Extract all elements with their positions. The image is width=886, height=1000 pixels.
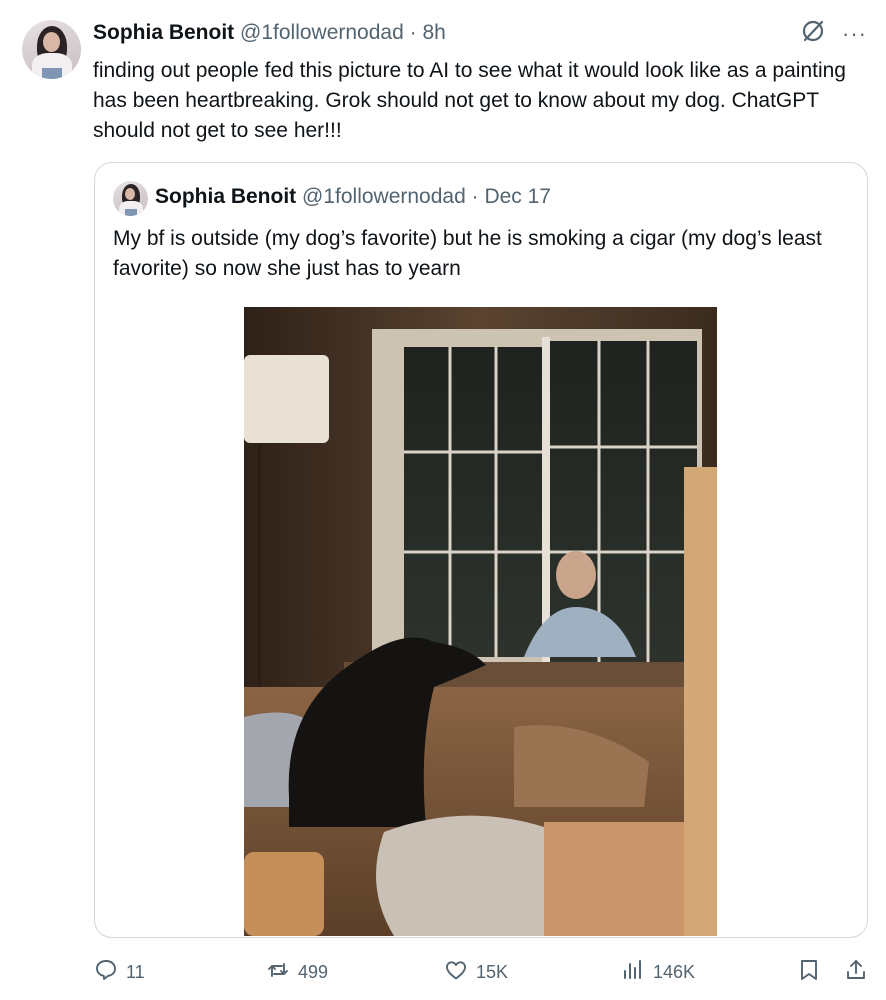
bookmark-icon	[797, 958, 821, 987]
author-avatar[interactable]	[22, 20, 81, 79]
views-count: 146K	[653, 962, 696, 982]
tweet-header: Sophia Benoit @1followernodad · 8h	[93, 21, 446, 45]
tweet-time[interactable]: · 8h	[410, 21, 446, 44]
share-button[interactable]	[844, 958, 868, 987]
repost-icon	[266, 958, 290, 987]
quoted-author-name: Sophia Benoit	[155, 185, 297, 208]
repost-button[interactable]: 499	[266, 958, 328, 987]
reply-count: 11	[126, 962, 145, 982]
tweet-text: finding out people fed this picture to A…	[93, 59, 846, 142]
quoted-tweet-photo[interactable]	[244, 307, 717, 936]
like-icon	[444, 958, 468, 987]
share-icon	[844, 958, 868, 987]
like-count: 15K	[476, 962, 509, 982]
quoted-author-avatar	[113, 181, 148, 216]
author-name[interactable]: Sophia Benoit	[93, 21, 234, 44]
top-icons: ···	[800, 18, 867, 49]
grok-icon[interactable]	[800, 18, 826, 49]
quoted-tweet-header: Sophia Benoit @1followernodad · Dec 17	[155, 185, 551, 209]
repost-count: 499	[298, 962, 329, 982]
like-button[interactable]: 15K	[444, 958, 508, 987]
views-icon	[621, 958, 645, 987]
bookmark-button[interactable]	[797, 958, 821, 987]
quoted-tweet-text: My bf is outside (my dog’s favorite) but…	[113, 227, 822, 280]
views-button[interactable]: 146K	[621, 958, 695, 987]
action-bar: 11 499 15K 146K	[0, 958, 886, 988]
quoted-author-handle: @1followernodad	[302, 185, 466, 208]
quoted-tweet-time: · Dec 17	[471, 185, 551, 208]
author-handle[interactable]: @1followernodad	[240, 21, 404, 44]
more-icon[interactable]: ···	[842, 21, 867, 47]
reply-icon	[94, 958, 118, 987]
reply-button[interactable]: 11	[94, 958, 145, 987]
